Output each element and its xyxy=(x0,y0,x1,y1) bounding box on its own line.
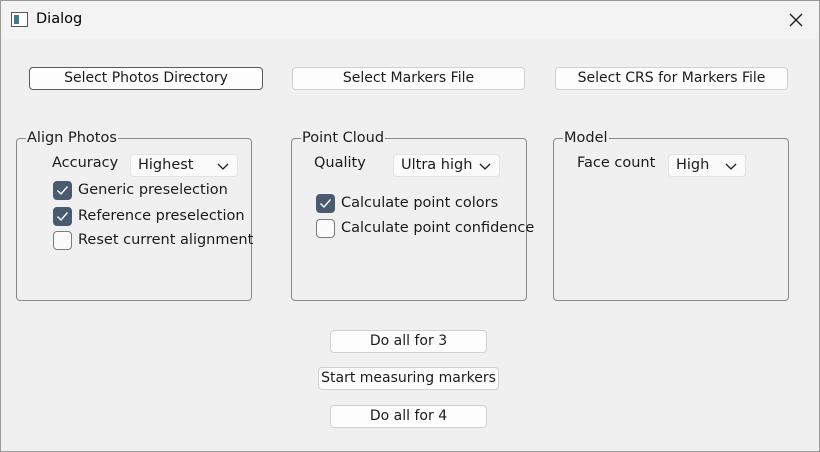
checkbox-checked xyxy=(53,206,72,226)
face-count-value: High xyxy=(676,157,710,173)
reference-preselection-label: Reference preselection xyxy=(78,208,245,224)
reset-alignment-checkbox[interactable]: Reset current alignment xyxy=(53,230,253,250)
dialog-window: Dialog Select Photos Directory Select Ma… xyxy=(0,0,820,452)
select-crs-button[interactable]: Select CRS for Markers File xyxy=(555,67,788,90)
align-photos-title: Align Photos xyxy=(26,130,118,147)
checkbox-checked xyxy=(316,193,335,213)
title-bar: Dialog xyxy=(1,1,819,39)
checkbox-unchecked xyxy=(53,230,72,250)
chevron-down-icon xyxy=(725,163,737,170)
calculate-point-colors-checkbox[interactable]: Calculate point colors xyxy=(316,193,498,213)
model-title: Model xyxy=(563,130,609,147)
select-photos-directory-button[interactable]: Select Photos Directory xyxy=(29,67,263,90)
close-button[interactable] xyxy=(773,1,819,39)
checkmark-icon xyxy=(320,198,332,208)
quality-select[interactable]: Ultra high xyxy=(393,154,500,177)
face-count-select[interactable]: High xyxy=(668,154,746,177)
window-title: Dialog xyxy=(36,11,83,27)
reference-preselection-checkbox[interactable]: Reference preselection xyxy=(53,206,245,226)
calculate-point-colors-label: Calculate point colors xyxy=(341,195,499,211)
window-app-icon xyxy=(11,12,28,27)
quality-label: Quality xyxy=(314,155,366,171)
quality-value: Ultra high xyxy=(401,157,473,173)
calculate-point-confidence-label: Calculate point confidence xyxy=(341,220,535,236)
accuracy-value: Highest xyxy=(138,157,194,173)
calculate-point-confidence-checkbox[interactable]: Calculate point confidence xyxy=(316,218,534,238)
accuracy-label: Accuracy xyxy=(52,155,119,171)
start-measuring-markers-button[interactable]: Start measuring markers xyxy=(318,367,499,390)
select-markers-file-button[interactable]: Select Markers File xyxy=(292,67,525,90)
checkbox-checked xyxy=(53,180,72,200)
checkbox-unchecked xyxy=(316,218,335,238)
generic-preselection-label: Generic preselection xyxy=(78,182,228,198)
checkmark-icon xyxy=(57,185,69,195)
reset-alignment-label: Reset current alignment xyxy=(78,232,254,248)
do-all-for-3-button[interactable]: Do all for 3 xyxy=(330,330,487,353)
generic-preselection-checkbox[interactable]: Generic preselection xyxy=(53,180,228,200)
accuracy-select[interactable]: Highest xyxy=(130,154,238,177)
chevron-down-icon xyxy=(217,163,229,170)
do-all-for-4-button[interactable]: Do all for 4 xyxy=(330,405,487,428)
point-cloud-title: Point Cloud xyxy=(301,130,386,147)
checkmark-icon xyxy=(57,211,69,221)
close-icon xyxy=(789,13,803,27)
face-count-label: Face count xyxy=(577,155,656,171)
chevron-down-icon xyxy=(479,163,491,170)
